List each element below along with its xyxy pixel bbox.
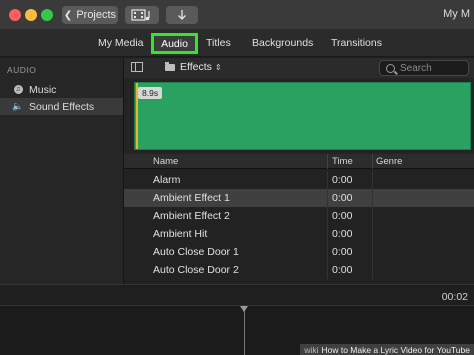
watermark-text: How to Make a Lyric Video for YouTube [321,344,470,355]
sidebar-item-label: Music [29,83,57,96]
column-header-name[interactable]: Name [153,156,178,167]
audio-waveform[interactable]: 8.9s [134,82,471,150]
chevron-left-icon: ❮ [63,9,73,21]
sidebar-item-label: Sound Effects [29,100,95,113]
sidebar-item-sound-effects[interactable]: 🔈 Sound Effects [0,98,123,115]
projects-button[interactable]: ❮ Projects [62,6,118,24]
cell-divider [327,189,328,207]
list-row[interactable]: Auto Close Door 2 0:00 [124,261,474,279]
column-divider [327,154,328,169]
close-window-button[interactable] [9,9,21,21]
timeline-header: 00:02 [0,284,474,306]
music-note-icon: ♫ [13,85,23,94]
timecode: 00:02 [441,291,468,303]
row-name: Auto Close Door 1 [153,246,239,258]
row-time: 0:00 [332,264,353,276]
sidebar-heading: AUDIO [7,65,37,75]
row-time: 0:00 [332,174,353,186]
row-time: 0:00 [332,246,353,258]
sidebar-toggle-icon[interactable] [131,62,143,72]
zoom-window-button[interactable] [41,9,53,21]
sound-list: Name Time Genre Alarm 0:00 Ambient Effec… [124,154,474,284]
folder-icon [165,61,175,71]
window-title: My M [443,8,470,20]
search-icon [386,63,395,73]
minimize-window-button[interactable] [25,9,37,21]
cell-divider [327,225,328,243]
cell-divider [372,225,373,243]
search-input[interactable] [400,62,468,74]
import-button[interactable] [166,6,198,24]
browser-toolbar: Effects ⇕ [124,58,474,78]
row-name: Auto Close Door 2 [153,264,239,276]
wiki-logo: wiki [304,344,319,355]
row-time: 0:00 [332,228,353,240]
category-select[interactable]: Effects ⇕ [165,61,222,73]
row-name: Ambient Effect 1 [153,192,230,204]
list-row[interactable]: Auto Close Door 1 0:00 [124,243,474,261]
sidebar: AUDIO ♫ Music 🔈 Sound Effects [0,58,124,284]
updown-chevron-icon: ⇕ [214,62,222,72]
tab-backgrounds[interactable]: Backgrounds [252,37,313,49]
row-name: Ambient Hit [153,228,208,240]
list-row-selected[interactable]: Ambient Effect 1 0:00 [124,189,474,207]
row-name: Alarm [153,174,181,186]
cell-divider [372,207,373,225]
column-divider [372,154,373,169]
sidebar-item-music[interactable]: ♫ Music [0,81,123,98]
tab-my-media[interactable]: My Media [98,37,144,49]
timeline-playhead[interactable] [240,306,248,355]
cell-divider [372,261,373,279]
column-header-genre[interactable]: Genre [376,156,402,167]
cell-divider [327,243,328,261]
row-time: 0:00 [332,210,353,222]
title-bar: ❮ Projects My M [0,0,474,30]
cell-divider [327,261,328,279]
tab-titles[interactable]: Titles [206,37,231,49]
cell-divider [372,243,373,261]
watermark: wiki How to Make a Lyric Video for YouTu… [300,344,474,355]
list-row[interactable]: Ambient Effect 2 0:00 [124,207,474,225]
cell-divider [372,189,373,207]
media-view-button[interactable] [125,6,159,24]
film-music-icon [131,9,150,21]
list-row[interactable]: Ambient Hit 0:00 [124,225,474,243]
preview-area: 8.9s [124,78,474,154]
projects-label: Projects [76,9,117,21]
duration-badge: 8.9s [138,87,163,99]
tab-audio[interactable]: Audio [151,33,198,54]
category-label: Effects [180,61,212,73]
cell-divider [327,207,328,225]
row-name: Ambient Effect 2 [153,210,230,222]
cell-divider [372,171,373,189]
arrow-down-icon [178,10,186,20]
column-header-time[interactable]: Time [332,156,353,167]
row-time: 0:00 [332,192,353,204]
search-field[interactable] [379,60,469,76]
list-row[interactable]: Alarm 0:00 [124,171,474,189]
tab-transitions[interactable]: Transitions [331,37,382,49]
cell-divider [327,171,328,189]
speaker-icon: 🔈 [12,101,24,111]
browser-tabs: My Media Audio Titles Backgrounds Transi… [0,30,474,57]
list-header: Name Time Genre [124,154,474,169]
